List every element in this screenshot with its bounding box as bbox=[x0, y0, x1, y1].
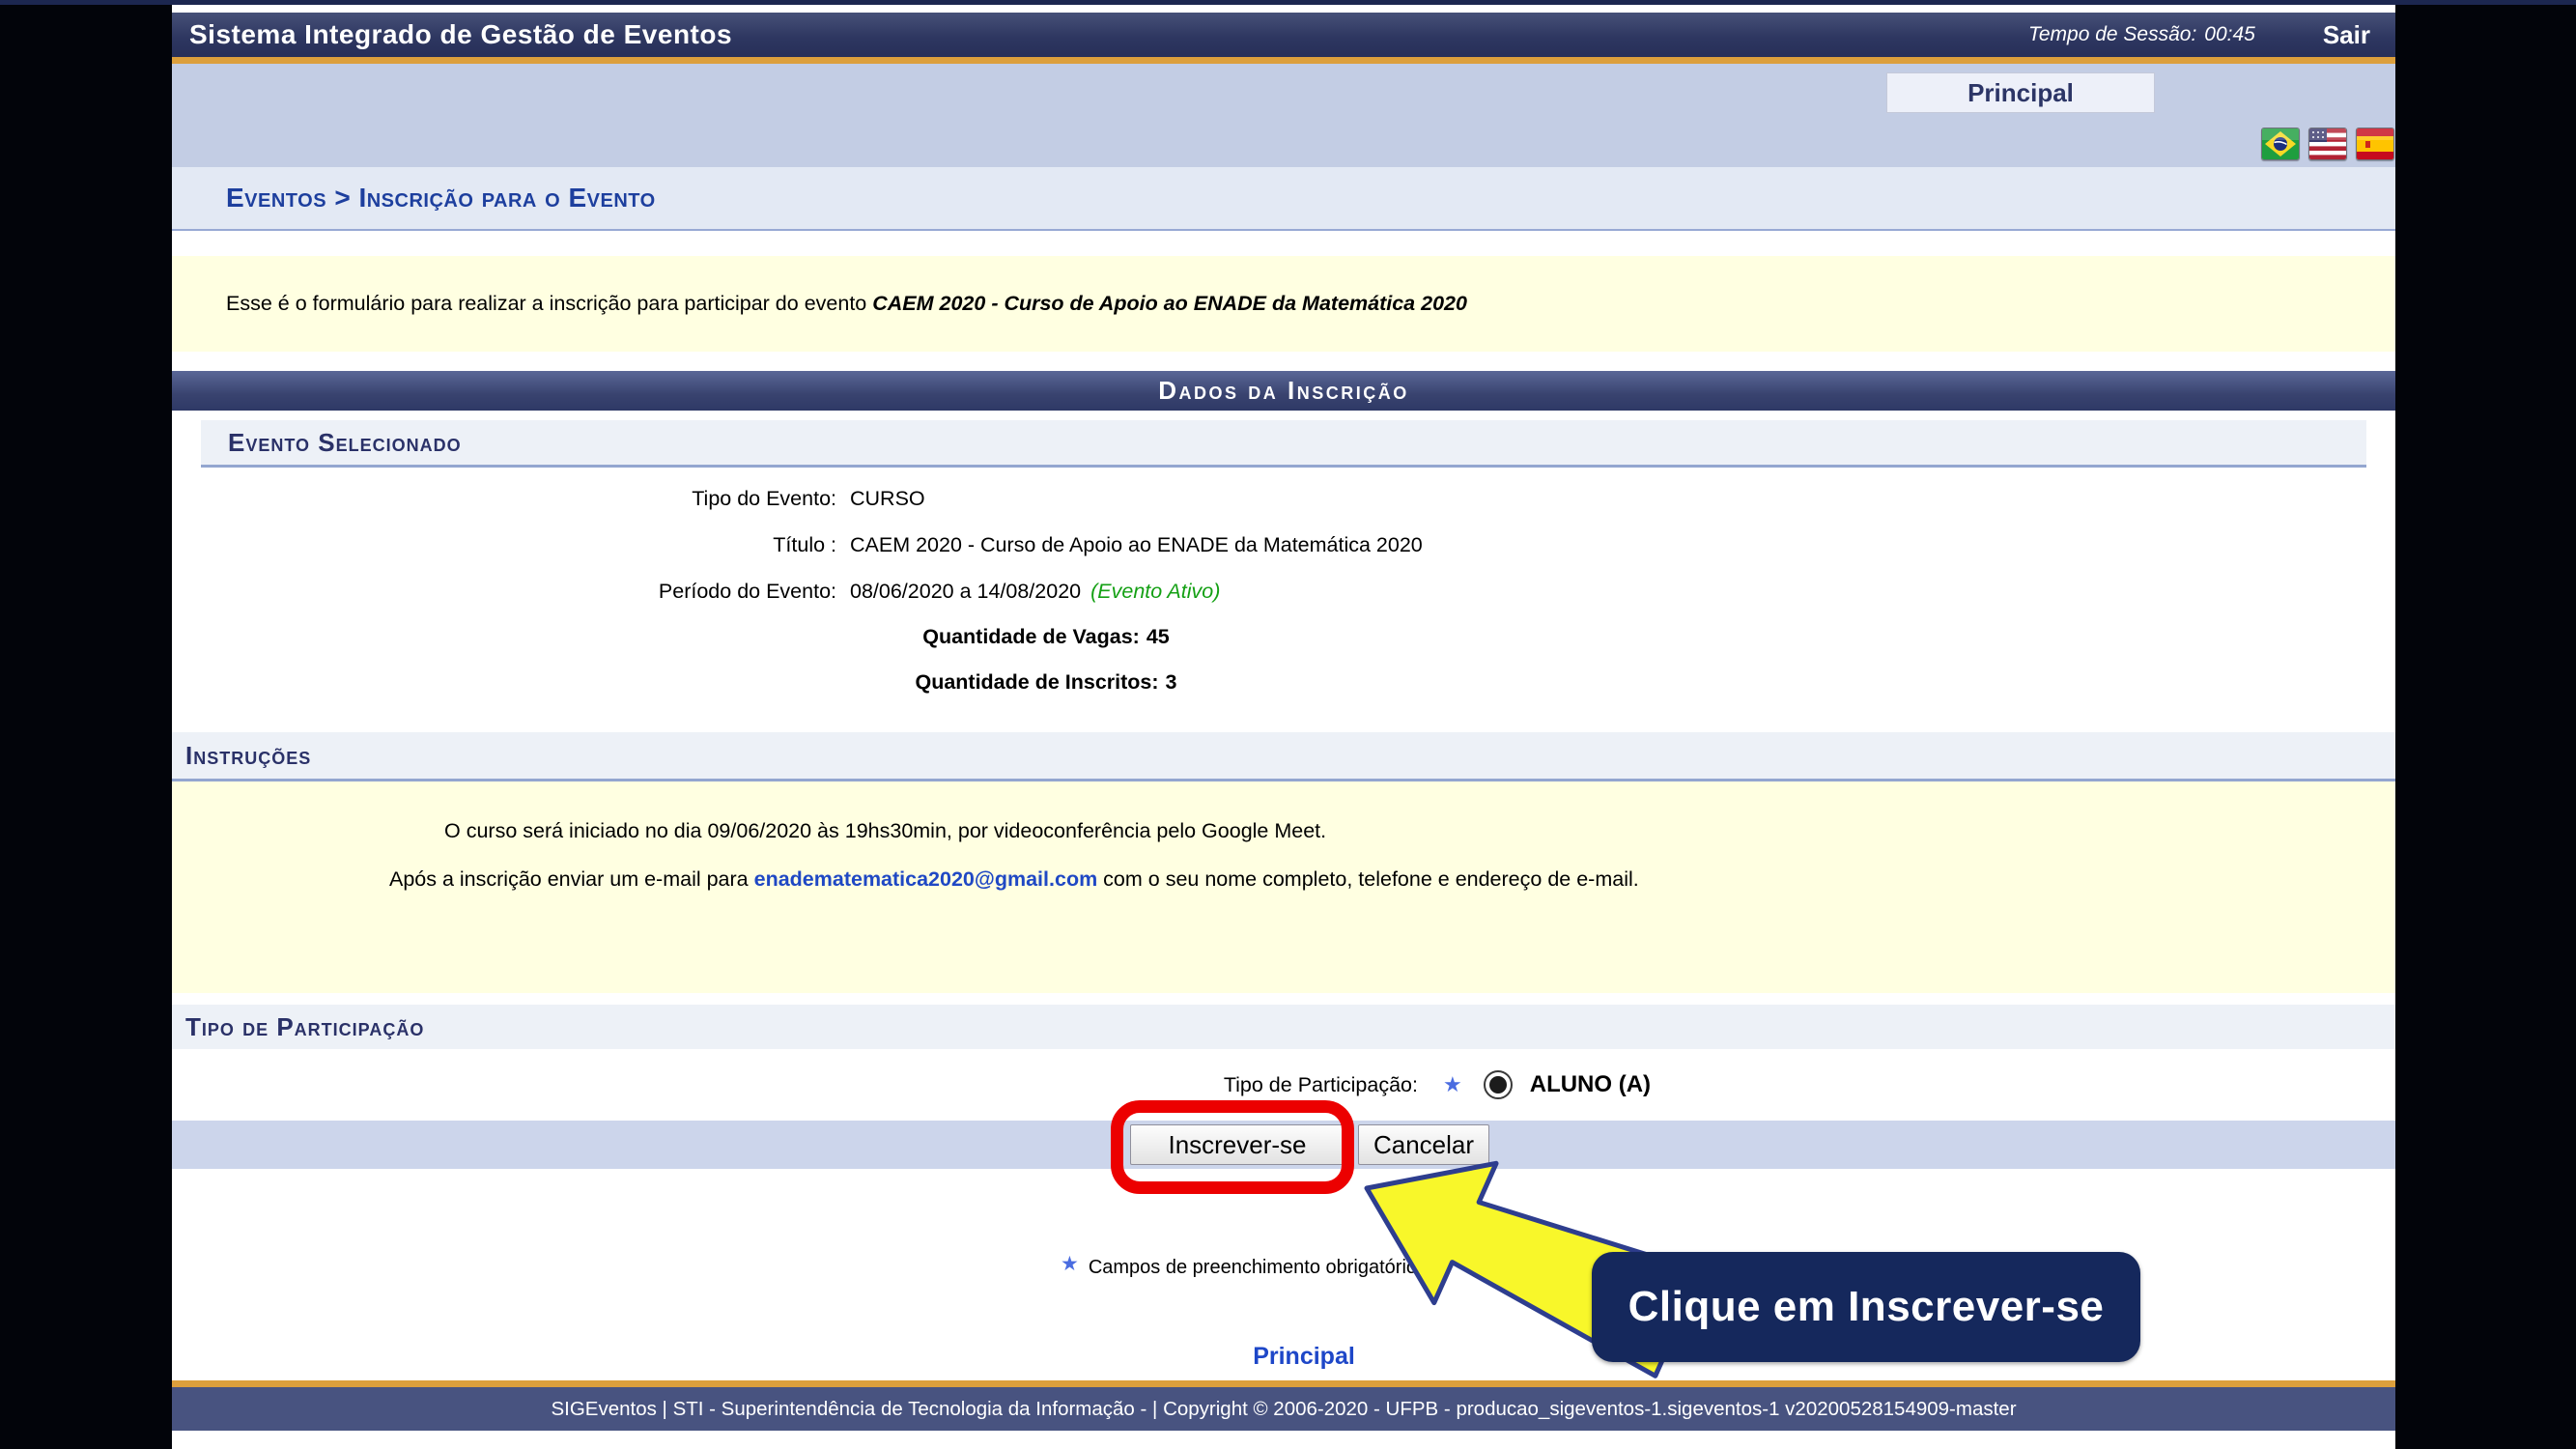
tab-principal[interactable]: Principal bbox=[1886, 72, 2155, 113]
field-row-inscritos: Quantidade de Inscritos: 3 bbox=[172, 660, 1920, 705]
required-fields-note-text: Campos de preenchimento obrigatório. bbox=[1089, 1257, 1423, 1279]
breadcrumb: Eventos > Inscrição para o Evento bbox=[172, 167, 2395, 231]
section-evento-selecionado-title: Evento Selecionado bbox=[228, 428, 462, 458]
header-band: Principal bbox=[172, 64, 2395, 172]
instructions-line-1: O curso será iniciado no dia 09/06/2020 … bbox=[172, 807, 2395, 855]
brazil-flag-icon[interactable] bbox=[2261, 128, 2300, 160]
field-label: Período do Evento: bbox=[172, 580, 836, 604]
spain-flag-icon[interactable] bbox=[2356, 128, 2394, 160]
intro-text: Esse é o formulário para realizar a insc… bbox=[226, 292, 872, 316]
session-timer-value: 00:45 bbox=[2204, 23, 2255, 45]
intro-event-name: CAEM 2020 - Curso de Apoio ao ENADE da M… bbox=[872, 292, 1467, 316]
logout-button[interactable]: Sair bbox=[2323, 20, 2370, 50]
section-tipo-participacao-title: Tipo de Participação bbox=[185, 1012, 424, 1042]
participation-label: Tipo de Participação: bbox=[172, 1073, 1418, 1097]
section-instrucoes: Instruções bbox=[172, 732, 2395, 781]
email-link[interactable]: enadematematica2020@gmail.com bbox=[754, 867, 1098, 892]
principal-link[interactable]: Principal bbox=[1159, 1343, 1449, 1371]
app-title: Sistema Integrado de Gestão de Eventos bbox=[189, 19, 732, 50]
browser-content-pane: Sistema Integrado de Gestão de Eventos T… bbox=[172, 5, 2395, 1449]
session-timer: Tempo de Sessão: 00:45 bbox=[2028, 23, 2255, 46]
participation-option-label: ALUNO (A) bbox=[1530, 1071, 1651, 1098]
event-active-status: (Evento Ativo) bbox=[1090, 580, 1220, 604]
required-star-icon: ★ bbox=[1061, 1252, 1079, 1276]
field-row-tipo: Tipo do Evento: CURSO bbox=[172, 475, 2395, 522]
cancelar-button[interactable]: Cancelar bbox=[1358, 1124, 1489, 1165]
field-row-periodo: Período do Evento: 08/06/2020 a 14/08/20… bbox=[172, 568, 2395, 614]
header-accent-bar bbox=[172, 57, 2395, 64]
field-value: CAEM 2020 - Curso de Apoio ao ENADE da M… bbox=[836, 533, 1423, 557]
form-title-bar: Dados da Inscrição bbox=[172, 371, 2395, 411]
field-row-titulo: Título : CAEM 2020 - Curso de Apoio ao E… bbox=[172, 522, 2395, 568]
intro-message-box: Esse é o formulário para realizar a insc… bbox=[172, 256, 2395, 352]
instructions-box: O curso será iniciado no dia 09/06/2020 … bbox=[172, 781, 2395, 993]
field-value: CURSO bbox=[836, 487, 925, 511]
inscritos-value: 3 bbox=[1166, 670, 1177, 695]
section-tipo-participacao: Tipo de Participação bbox=[172, 1005, 2395, 1052]
required-fields-note: ★ Campos de preenchimento obrigatório. bbox=[1061, 1253, 1423, 1282]
section-instrucoes-title: Instruções bbox=[185, 741, 311, 771]
language-switcher bbox=[2261, 128, 2394, 160]
screenshot-canvas: Sistema Integrado de Gestão de Eventos T… bbox=[0, 0, 2576, 1449]
section-evento-selecionado: Evento Selecionado bbox=[201, 420, 2366, 468]
field-label: Tipo do Evento: bbox=[172, 487, 836, 511]
instructions-line-2-suffix: com o seu nome completo, telefone e ende… bbox=[1097, 867, 1639, 892]
field-label: Título : bbox=[172, 533, 836, 557]
app-title-bar: Sistema Integrado de Gestão de Eventos T… bbox=[172, 13, 2395, 57]
footer-accent-bar bbox=[172, 1380, 2395, 1387]
callout-annotation: Clique em Inscrever-se bbox=[1592, 1252, 2140, 1362]
vagas-label: Quantidade de Vagas: bbox=[922, 625, 1140, 649]
breadcrumb-text: Eventos > Inscrição para o Evento bbox=[226, 183, 656, 213]
field-value: 08/06/2020 a 14/08/2020 bbox=[836, 580, 1081, 604]
usa-flag-icon[interactable] bbox=[2308, 128, 2347, 160]
inscritos-label: Quantidade de Inscritos: bbox=[915, 670, 1158, 695]
event-fields: Tipo do Evento: CURSO Título : CAEM 2020… bbox=[172, 475, 2395, 705]
callout-text: Clique em Inscrever-se bbox=[1628, 1283, 2105, 1331]
participation-radio-aluno[interactable] bbox=[1484, 1070, 1513, 1099]
vagas-value: 45 bbox=[1146, 625, 1170, 649]
instructions-line-2: Após a inscrição enviar um e-mail para e… bbox=[172, 855, 2395, 903]
instructions-line-2-prefix: Após a inscrição enviar um e-mail para bbox=[389, 867, 754, 892]
session-timer-label: Tempo de Sessão: bbox=[2028, 23, 2196, 45]
field-row-vagas: Quantidade de Vagas: 45 bbox=[172, 614, 1920, 660]
highlight-box-annotation bbox=[1111, 1100, 1354, 1194]
footer: SIGEventos | STI - Superintendência de T… bbox=[172, 1387, 2395, 1431]
required-star-icon: ★ bbox=[1443, 1072, 1462, 1097]
